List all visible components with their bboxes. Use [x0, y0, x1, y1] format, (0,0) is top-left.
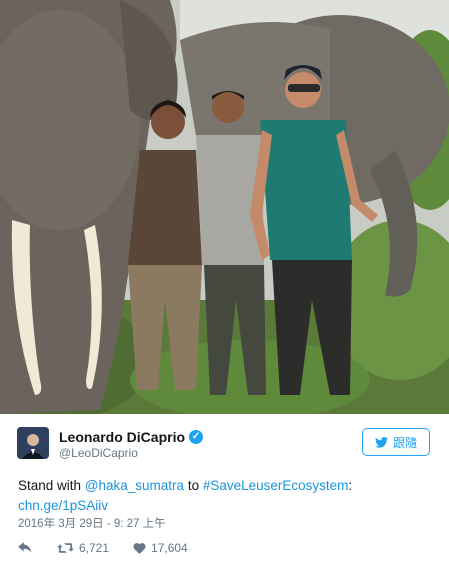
tweet-text: Stand with @haka_sumatra to #SaveLeuserE… — [18, 476, 428, 516]
tweet-text-part: : — [348, 478, 353, 493]
mention-link[interactable]: @haka_sumatra — [85, 478, 184, 493]
user-handle[interactable]: @LeoDiCaprio — [59, 446, 138, 460]
reply-icon — [18, 542, 32, 553]
retweet-button[interactable]: 6,721 — [57, 541, 109, 555]
follow-button[interactable]: 跟隨 — [362, 428, 430, 456]
tweet-actions: 6,721 17,604 — [18, 541, 212, 555]
elephant-photo-illustration — [0, 0, 449, 414]
display-name[interactable]: Leonardo DiCaprio — [59, 429, 185, 445]
twitter-bird-icon — [374, 436, 388, 448]
url-link[interactable]: chn.ge/1pSAiiv — [18, 498, 108, 513]
retweet-count: 6,721 — [79, 541, 110, 555]
retweet-icon — [57, 543, 74, 553]
follow-button-label: 跟隨 — [392, 435, 417, 450]
hashtag-link[interactable]: #SaveLeuserEcosystem — [203, 478, 349, 493]
heart-icon — [133, 543, 146, 554]
tweet-text-part: Stand with — [18, 478, 85, 493]
tweet-photo[interactable] — [0, 0, 449, 414]
profile-picture — [17, 427, 49, 459]
verified-badge-icon: ✓ — [189, 430, 204, 444]
tweet-timestamp[interactable]: 2016年 3月 29日 - 9: 27 上午 — [18, 515, 166, 531]
like-button[interactable]: 17,604 — [133, 541, 188, 555]
like-count: 17,604 — [151, 541, 188, 555]
reply-button[interactable] — [18, 542, 33, 554]
avatar[interactable] — [17, 427, 49, 459]
user-name-row[interactable]: Leonardo DiCaprio ✓ — [59, 429, 204, 445]
tweet-text-part: to — [184, 478, 203, 493]
